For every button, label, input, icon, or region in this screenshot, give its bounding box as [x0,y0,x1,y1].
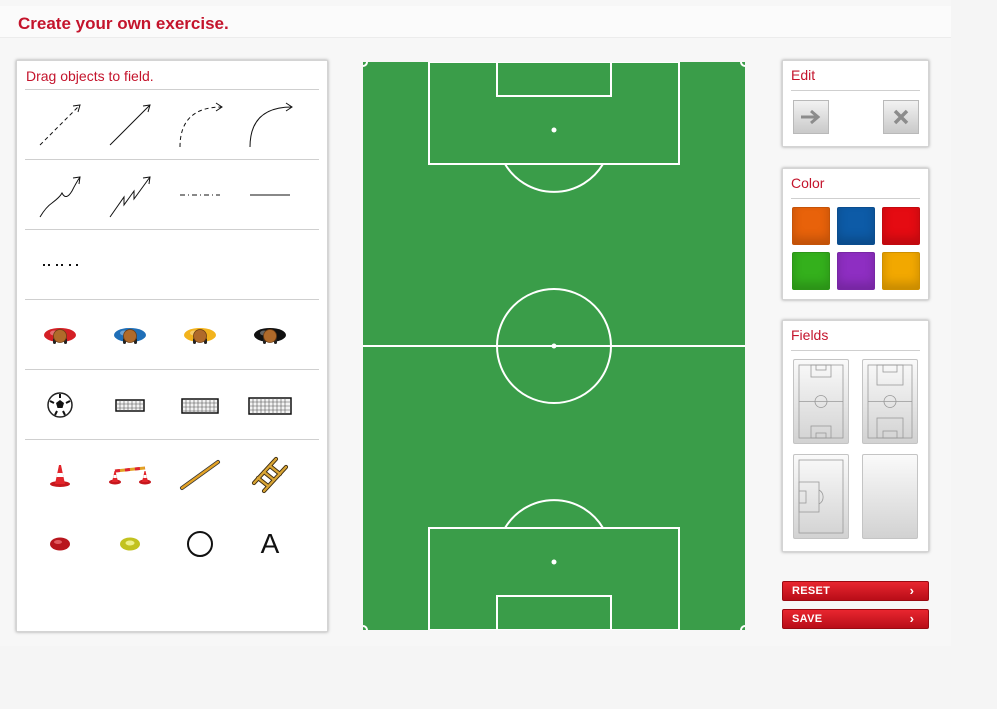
objects-row-dotted [25,229,319,300]
ladder-icon[interactable] [235,440,305,510]
text-tool-label: A [260,528,280,559]
zigzag-arrow-icon[interactable] [95,160,165,230]
reset-button-label: RESET [792,585,831,597]
objects-panel-title: Drag objects to field. [26,68,154,84]
full-field-icon [798,364,844,439]
objects-row-training [25,439,319,510]
reset-button[interactable]: RESET › [782,581,929,601]
color-swatch-red[interactable] [882,207,920,245]
edit-panel-divider [791,90,920,91]
objects-row-equipment [25,369,319,440]
dotted-line-icon[interactable] [25,230,95,300]
fields-panel-title: Fields [791,327,829,343]
color-swatch-orange[interactable] [792,207,830,245]
arrow-right-button[interactable] [793,100,829,134]
header-bar: Create your own exercise. [0,6,951,38]
field-option-blank[interactable] [862,454,918,539]
delete-button[interactable] [883,100,919,134]
half-field-icon [798,459,844,534]
player-blue-icon[interactable] [95,300,165,370]
wavy-arrow-icon[interactable] [25,160,95,230]
chevron-right-icon: › [909,611,914,626]
chevron-right-icon: › [909,583,914,598]
dashed-arrow-icon[interactable] [25,90,95,160]
fields-panel-divider [791,350,920,351]
field-markings [363,62,745,630]
marker-red-icon[interactable] [25,509,95,579]
save-button[interactable]: SAVE › [782,609,929,629]
objects-row-players [25,299,319,370]
objects-row-arrows [25,89,319,160]
close-icon [893,109,909,125]
player-red-icon[interactable] [25,300,95,370]
cone-icon[interactable] [25,440,95,510]
fields-panel: Fields [782,320,929,552]
field-option-half[interactable] [793,454,849,539]
objects-panel: Drag objects to field. A [16,60,328,632]
marker-yellow-icon[interactable] [95,509,165,579]
color-swatch-blue[interactable] [837,207,875,245]
goal-medium-icon[interactable] [165,370,235,440]
player-yellow-icon[interactable] [165,300,235,370]
goal-small-icon[interactable] [95,370,165,440]
objects-row-markers: A [25,509,319,579]
field-option-full[interactable] [793,359,849,444]
solid-line-icon[interactable] [235,160,305,230]
curved-arrow-icon[interactable] [235,90,305,160]
ball-icon[interactable] [25,370,95,440]
hurdle-icon[interactable] [95,440,165,510]
full-field-alt-icon [867,364,913,439]
edit-panel-title: Edit [791,67,816,83]
dash-dot-line-icon[interactable] [165,160,235,230]
color-swatch-purple[interactable] [837,252,875,290]
curved-dashed-arrow-icon[interactable] [165,90,235,160]
solid-arrow-icon[interactable] [95,90,165,160]
pole-icon[interactable] [165,440,235,510]
color-panel: Color [782,168,929,300]
page-title: Create your own exercise. [18,14,229,33]
field-option-full-alt[interactable] [862,359,918,444]
objects-row-lines [25,159,319,230]
color-swatch-yellow[interactable] [882,252,920,290]
player-black-icon[interactable] [235,300,305,370]
edit-panel: Edit [782,60,929,147]
save-button-label: SAVE [792,613,823,625]
circle-icon[interactable] [165,509,235,579]
arrow-right-icon [801,109,821,125]
soccer-field-canvas[interactable] [363,62,745,630]
text-tool-icon[interactable]: A [235,509,305,579]
color-panel-title: Color [791,175,825,191]
color-panel-divider [791,198,920,199]
goal-large-icon[interactable] [235,370,305,440]
app-window: Create your own exercise. Drag objects t… [0,0,951,646]
color-swatch-green[interactable] [792,252,830,290]
